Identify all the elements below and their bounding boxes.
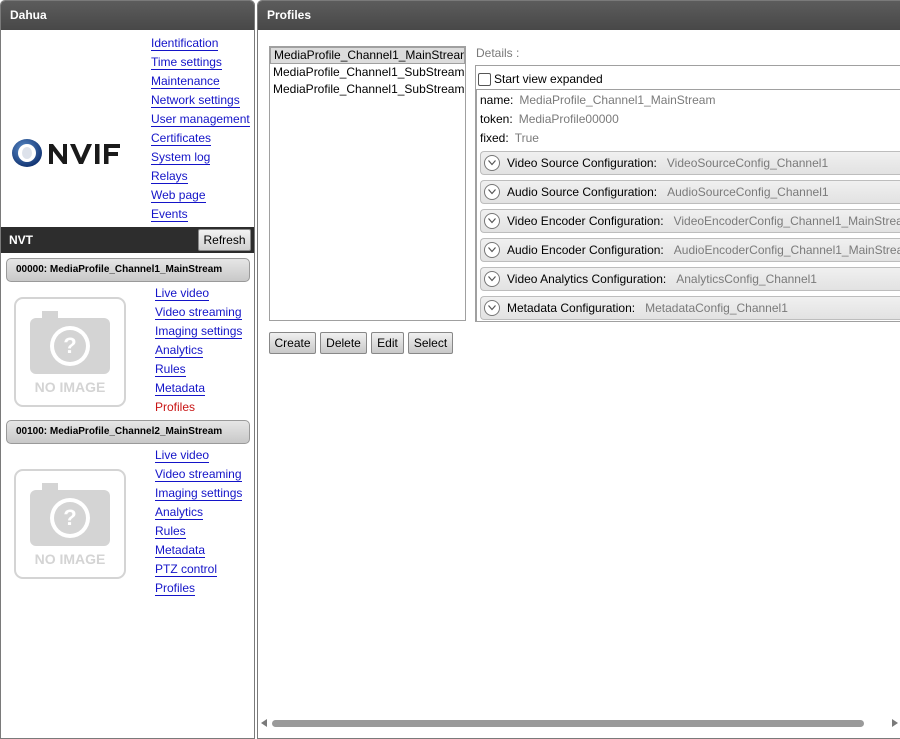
video-source-config-row[interactable]: Video Source Configuration: VideoSourceCo… [480, 151, 900, 175]
device-panel: Dahua Identification Time settings Maint… [0, 0, 255, 739]
link-system-log[interactable]: System log [151, 148, 250, 167]
link-metadata[interactable]: Metadata [155, 379, 242, 398]
config-value: AnalyticsConfig_Channel1 [676, 272, 817, 286]
link-video-streaming[interactable]: Video streaming [155, 465, 242, 484]
link-profiles-active[interactable]: Profiles [155, 398, 242, 417]
scroll-left-arrow-icon[interactable] [261, 719, 267, 727]
link-web-page[interactable]: Web page [151, 186, 250, 205]
config-value: AudioSourceConfig_Channel1 [667, 185, 829, 199]
select-button[interactable]: Select [408, 332, 453, 354]
link-imaging-settings[interactable]: Imaging settings [155, 322, 243, 341]
link-rules[interactable]: Rules [155, 360, 242, 379]
chevron-down-icon[interactable] [484, 155, 500, 171]
link-analytics[interactable]: Analytics [155, 503, 242, 522]
field-key: fixed: [480, 131, 509, 145]
link-ptz-control[interactable]: PTZ control [155, 560, 242, 579]
refresh-button[interactable]: Refresh [198, 229, 251, 251]
scrollbar-thumb[interactable] [272, 720, 864, 727]
link-live-video[interactable]: Live video [155, 284, 242, 303]
audio-encoder-config-row[interactable]: Audio Encoder Configuration: AudioEncoder… [480, 238, 900, 262]
start-view-expanded-label: Start view expanded [494, 72, 603, 86]
link-maintenance[interactable]: Maintenance [151, 72, 250, 91]
field-value: MediaProfile00000 [518, 112, 619, 126]
config-label: Video Encoder Configuration: [507, 214, 664, 228]
chevron-down-icon[interactable] [484, 242, 500, 258]
channel-links: Live video Video streaming Imaging setti… [155, 446, 243, 598]
chevron-down-icon[interactable] [484, 213, 500, 229]
onvif-logo [12, 139, 120, 167]
link-certificates[interactable]: Certificates [151, 129, 250, 148]
link-rules[interactable]: Rules [155, 522, 242, 541]
device-block: Identification Time settings Maintenance… [1, 30, 254, 226]
details-panel: Start view expanded name: MediaProfile_Ch… [475, 65, 900, 322]
config-value: VideoSourceConfig_Channel1 [666, 156, 829, 170]
details-label: Details : [476, 46, 520, 60]
config-value: VideoEncoderConfig_Channel1_MainStream [673, 214, 900, 228]
config-value: MetadataConfig_Channel1 [645, 301, 788, 315]
link-identification[interactable]: Identification [151, 34, 250, 53]
svg-text:?: ? [63, 505, 76, 530]
profile-item[interactable]: MediaProfile_Channel1_SubStream1 [270, 64, 465, 81]
nvt-bar: NVT Refresh [1, 227, 254, 253]
chevron-down-icon[interactable] [484, 184, 500, 200]
channel-header[interactable]: 00000: MediaProfile_Channel1_MainStream [6, 258, 250, 282]
chevron-down-icon[interactable] [484, 271, 500, 287]
chevron-down-icon[interactable] [484, 300, 500, 316]
link-events[interactable]: Events [151, 205, 250, 224]
link-network-settings[interactable]: Network settings [151, 91, 250, 110]
profile-details: name: MediaProfile_Channel1_MainStream to… [476, 89, 900, 322]
link-metadata[interactable]: Metadata [155, 541, 242, 560]
device-panel-title: Dahua [1, 1, 254, 30]
video-encoder-config-row[interactable]: Video Encoder Configuration: VideoEncoder… [480, 209, 900, 233]
link-video-streaming[interactable]: Video streaming [155, 303, 242, 322]
profile-item-selected[interactable]: MediaProfile_Channel1_MainStream [270, 47, 465, 64]
horizontal-scrollbar[interactable] [258, 716, 900, 731]
app-window: Dahua Identification Time settings Maint… [0, 0, 900, 739]
audio-source-config-row[interactable]: Audio Source Configuration: AudioSourceCo… [480, 180, 900, 204]
no-image-icon: ? NO IMAGE [14, 469, 126, 579]
no-image-icon: ? NO IMAGE [14, 297, 126, 407]
channel-header[interactable]: 00100: MediaProfile_Channel2_MainStream [6, 420, 250, 444]
start-view-expanded-row: Start view expanded [478, 71, 603, 87]
svg-text:?: ? [63, 333, 76, 358]
config-label: Audio Source Configuration: [507, 185, 658, 199]
link-imaging-settings[interactable]: Imaging settings [155, 484, 243, 503]
link-relays[interactable]: Relays [151, 167, 250, 186]
edit-button[interactable]: Edit [371, 332, 404, 354]
field-key: name: [480, 93, 514, 107]
profile-item[interactable]: MediaProfile_Channel1_SubStream2 [270, 81, 465, 98]
delete-button[interactable]: Delete [320, 332, 367, 354]
profiles-panel: Profiles MediaProfile_Channel1_MainStrea… [257, 0, 900, 739]
scroll-right-arrow-icon[interactable] [892, 719, 898, 727]
field-token: token: MediaProfile00000 [480, 110, 619, 129]
nvt-label: NVT [9, 233, 33, 247]
config-value: AudioEncoderConfig_Channel1_MainStream [673, 243, 900, 257]
link-profiles[interactable]: Profiles [155, 579, 242, 598]
config-label: Video Source Configuration: [507, 156, 657, 170]
link-time-settings[interactable]: Time settings [151, 53, 250, 72]
create-button[interactable]: Create [269, 332, 316, 354]
profile-action-buttons: Create Delete Edit Select [269, 332, 457, 354]
config-label: Metadata Configuration: [507, 301, 636, 315]
field-value: True [514, 131, 539, 145]
config-label: Video Analytics Configuration: [507, 272, 667, 286]
link-user-management[interactable]: User management [151, 110, 250, 129]
link-analytics[interactable]: Analytics [155, 341, 242, 360]
metadata-config-row[interactable]: Metadata Configuration: MetadataConfig_Ch… [480, 296, 900, 320]
config-label: Audio Encoder Configuration: [507, 243, 664, 257]
start-view-expanded-checkbox[interactable] [478, 72, 491, 86]
field-name: name: MediaProfile_Channel1_MainStream [480, 91, 715, 110]
channel-links: Live video Video streaming Imaging setti… [155, 284, 243, 417]
field-key: token: [480, 112, 513, 126]
no-image-text: NO IMAGE [35, 551, 106, 567]
field-value: MediaProfile_Channel1_MainStream [519, 93, 716, 107]
video-analytics-config-row[interactable]: Video Analytics Configuration: AnalyticsC… [480, 267, 900, 291]
no-image-text: NO IMAGE [35, 379, 106, 395]
profiles-panel-title: Profiles [258, 1, 900, 30]
link-live-video[interactable]: Live video [155, 446, 242, 465]
device-links: Identification Time settings Maintenance… [151, 34, 250, 224]
profile-list: MediaProfile_Channel1_MainStream MediaPr… [269, 46, 466, 321]
field-fixed: fixed: True [480, 129, 539, 148]
